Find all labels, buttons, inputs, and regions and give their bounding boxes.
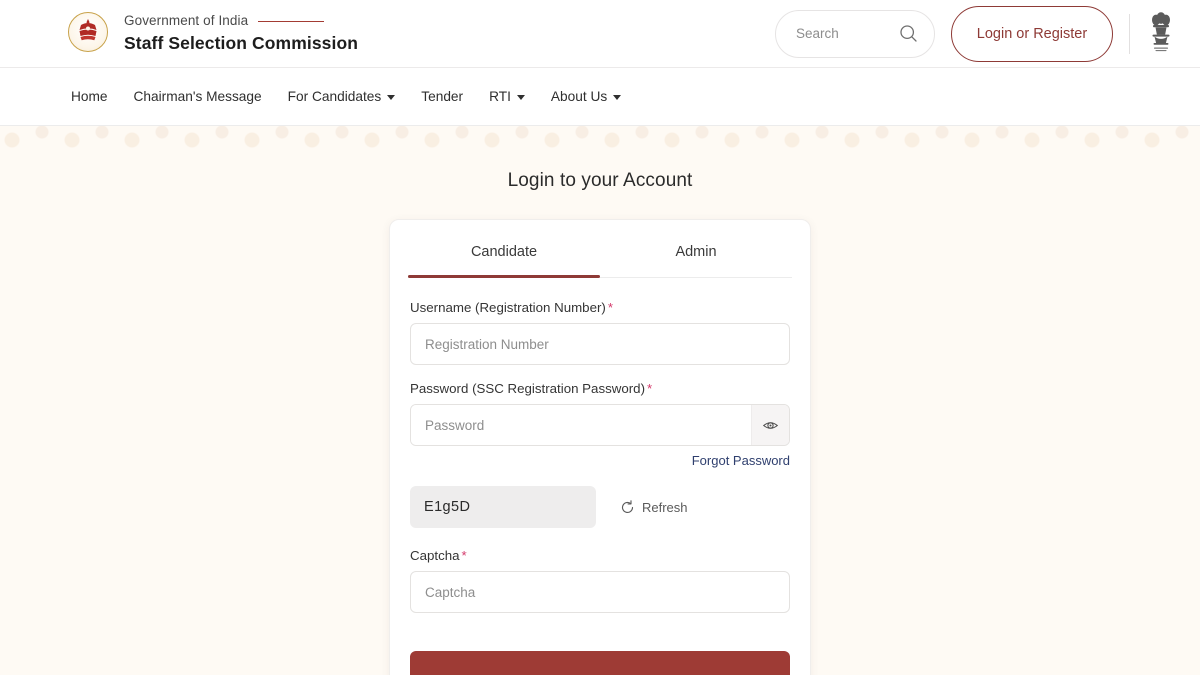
captcha-display-row: E1g5D Refresh [410,486,790,528]
password-field-group: Password (SSC Registration Password) * Fo… [410,381,790,470]
government-of-india-label: Government of India [124,13,249,29]
username-field-group: Username (Registration Number) * [410,300,790,365]
username-label: Username (Registration Number) * [410,300,790,315]
search-icon[interactable] [899,24,918,43]
nav-item-label: For Candidates [287,89,382,104]
main-content: Login to your Account Candidate Admin Us… [0,126,1200,675]
password-input-wrapper [410,404,790,446]
tab-candidate[interactable]: Candidate [408,220,600,278]
captcha-code: E1g5D [410,486,596,528]
nav-item-label: Chairman's Message [133,89,262,104]
refresh-icon [621,499,634,513]
tab-admin[interactable]: Admin [600,220,792,277]
captcha-label-text: Captcha [410,548,460,563]
refresh-captcha-button[interactable]: Refresh [618,496,690,519]
password-label-text: Password (SSC Registration Password) [410,381,645,396]
forgot-password-link[interactable]: Forgot Password [692,453,790,468]
brand-rule [258,20,325,23]
required-asterisk: * [607,300,614,315]
nav-item-label: Tender [421,89,464,104]
login-tabs: Candidate Admin [408,220,792,278]
search-box[interactable] [775,9,935,58]
ssc-emblem-icon [66,9,110,59]
chevron-down-icon [516,95,525,100]
forgot-password-row: Forgot Password [410,452,790,470]
submit-login-button[interactable] [410,651,790,675]
chevron-down-icon [613,95,622,100]
nav-item-chairmans-message[interactable]: Chairman's Message [121,83,275,110]
organisation-name: Staff Selection Commission [124,32,359,53]
login-card: Candidate Admin Username (Registration N… [389,219,811,675]
captcha-label: Captcha * [410,548,790,563]
login-form: Username (Registration Number)* Password… [408,278,792,675]
password-input[interactable] [411,405,751,445]
login-or-register-button[interactable]: Login or Register [951,5,1113,62]
decorative-pattern [0,126,1200,160]
header-divider [1129,13,1130,54]
tab-label: Candidate [470,244,538,260]
nav-item-tender[interactable]: Tender [408,83,476,110]
nav-item-for-candidates[interactable]: For Candidates [275,83,409,110]
search-input[interactable] [796,26,891,41]
required-asterisk: * [647,381,653,396]
nav-item-label: About Us [550,89,608,104]
site-header: Government of India Staff Selection Comm… [0,0,1200,68]
header-actions: Login or Register [775,5,1176,62]
nav-item-about-us[interactable]: About Us [538,83,634,110]
chevron-down-icon [387,95,396,100]
required-asterisk: * [461,548,467,563]
nav-item-home[interactable]: Home [66,83,121,110]
tab-label: Admin [675,244,717,260]
captcha-field-group: Captcha * [410,548,790,613]
nav-item-rti[interactable]: RTI [476,83,538,110]
refresh-label: Refresh [642,499,688,515]
eye-icon[interactable] [751,405,789,445]
username-label-text: Username (Registration Number) [410,300,606,315]
password-label: Password (SSC Registration Password) * [410,381,790,396]
nav-item-label: Home [71,89,108,104]
brand-logo[interactable]: Government of India Staff Selection Comm… [66,9,358,59]
main-navigation: Home Chairman's Message For Candidates T… [0,68,1200,126]
captcha-input[interactable] [410,571,790,613]
username-input[interactable] [410,323,790,365]
nav-item-label: RTI [489,89,511,104]
ashoka-emblem-icon [1146,11,1176,57]
